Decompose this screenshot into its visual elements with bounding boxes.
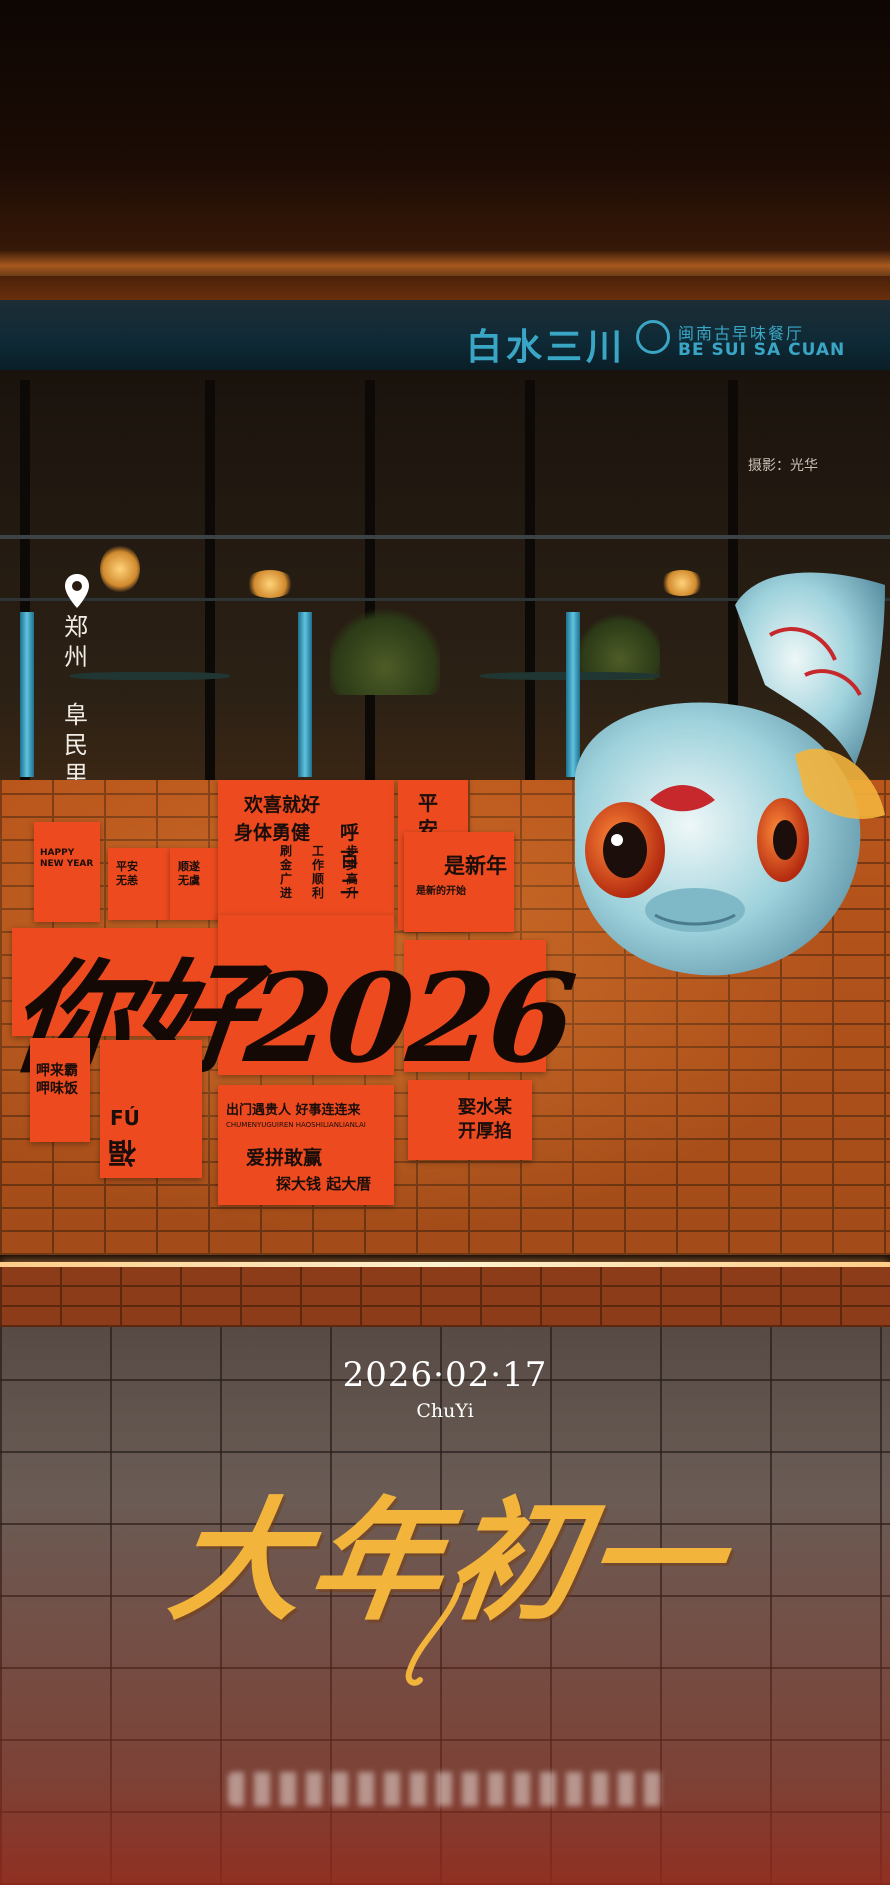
poster-fu: FÚ 福 bbox=[100, 1040, 202, 1178]
location-pin-icon bbox=[65, 574, 89, 608]
pendant-lamp bbox=[100, 545, 140, 593]
brick-step bbox=[0, 1267, 890, 1327]
window-frame bbox=[205, 380, 215, 780]
shop-logo-icon bbox=[636, 320, 670, 354]
poster-new-year: 是新年 是新的开始 bbox=[404, 832, 514, 932]
poster-peace: 平安无恙 bbox=[108, 848, 170, 920]
poster-fortune: 出门遇贵人 好事连连来 CHUMENYUGUIREN HAOSHILIANLIA… bbox=[218, 1085, 394, 1205]
poster-eat: 呷来霸呷味饭 bbox=[30, 1038, 90, 1142]
potted-plant bbox=[330, 605, 440, 695]
blurred-watermark bbox=[228, 1772, 668, 1806]
date-subtitle: ChuYi bbox=[416, 1400, 474, 1422]
location-city: 郑州 bbox=[64, 613, 88, 671]
date-text: 2026·02·17 bbox=[342, 1355, 548, 1395]
shop-sign-name: 白水三川 bbox=[466, 327, 627, 368]
location-street: 阜民里 bbox=[64, 701, 88, 789]
window-frame bbox=[365, 380, 375, 780]
blue-light-pillar bbox=[20, 612, 34, 777]
poster-blessings: 欢喜就好 身体勇健 呼百二 刷金广进 工作顺利 步步高升 bbox=[218, 780, 394, 920]
pendant-lamp bbox=[245, 570, 295, 598]
cafe-table bbox=[70, 672, 230, 680]
glass-railing bbox=[0, 535, 890, 539]
poster-marry: 娶水某 开厚掐 bbox=[408, 1080, 532, 1160]
ceiling-light-strip bbox=[0, 250, 890, 276]
goldfish-lantern bbox=[575, 572, 885, 976]
brush-stroke-tail bbox=[405, 1582, 463, 1686]
new-year-poster: 白水三川 闽南古早味餐厅 BE SUI SA CUAN 摄影：光华 郑州 阜民里… bbox=[0, 0, 890, 1885]
window-frame bbox=[525, 380, 535, 780]
blue-light-pillar bbox=[298, 612, 312, 777]
photo-credit: 摄影：光华 bbox=[748, 458, 818, 474]
shop-sign-latin: BE SUI SA CUAN bbox=[678, 340, 846, 360]
poster-happy-new-year: HAPPY NEW YEAR bbox=[34, 822, 100, 922]
